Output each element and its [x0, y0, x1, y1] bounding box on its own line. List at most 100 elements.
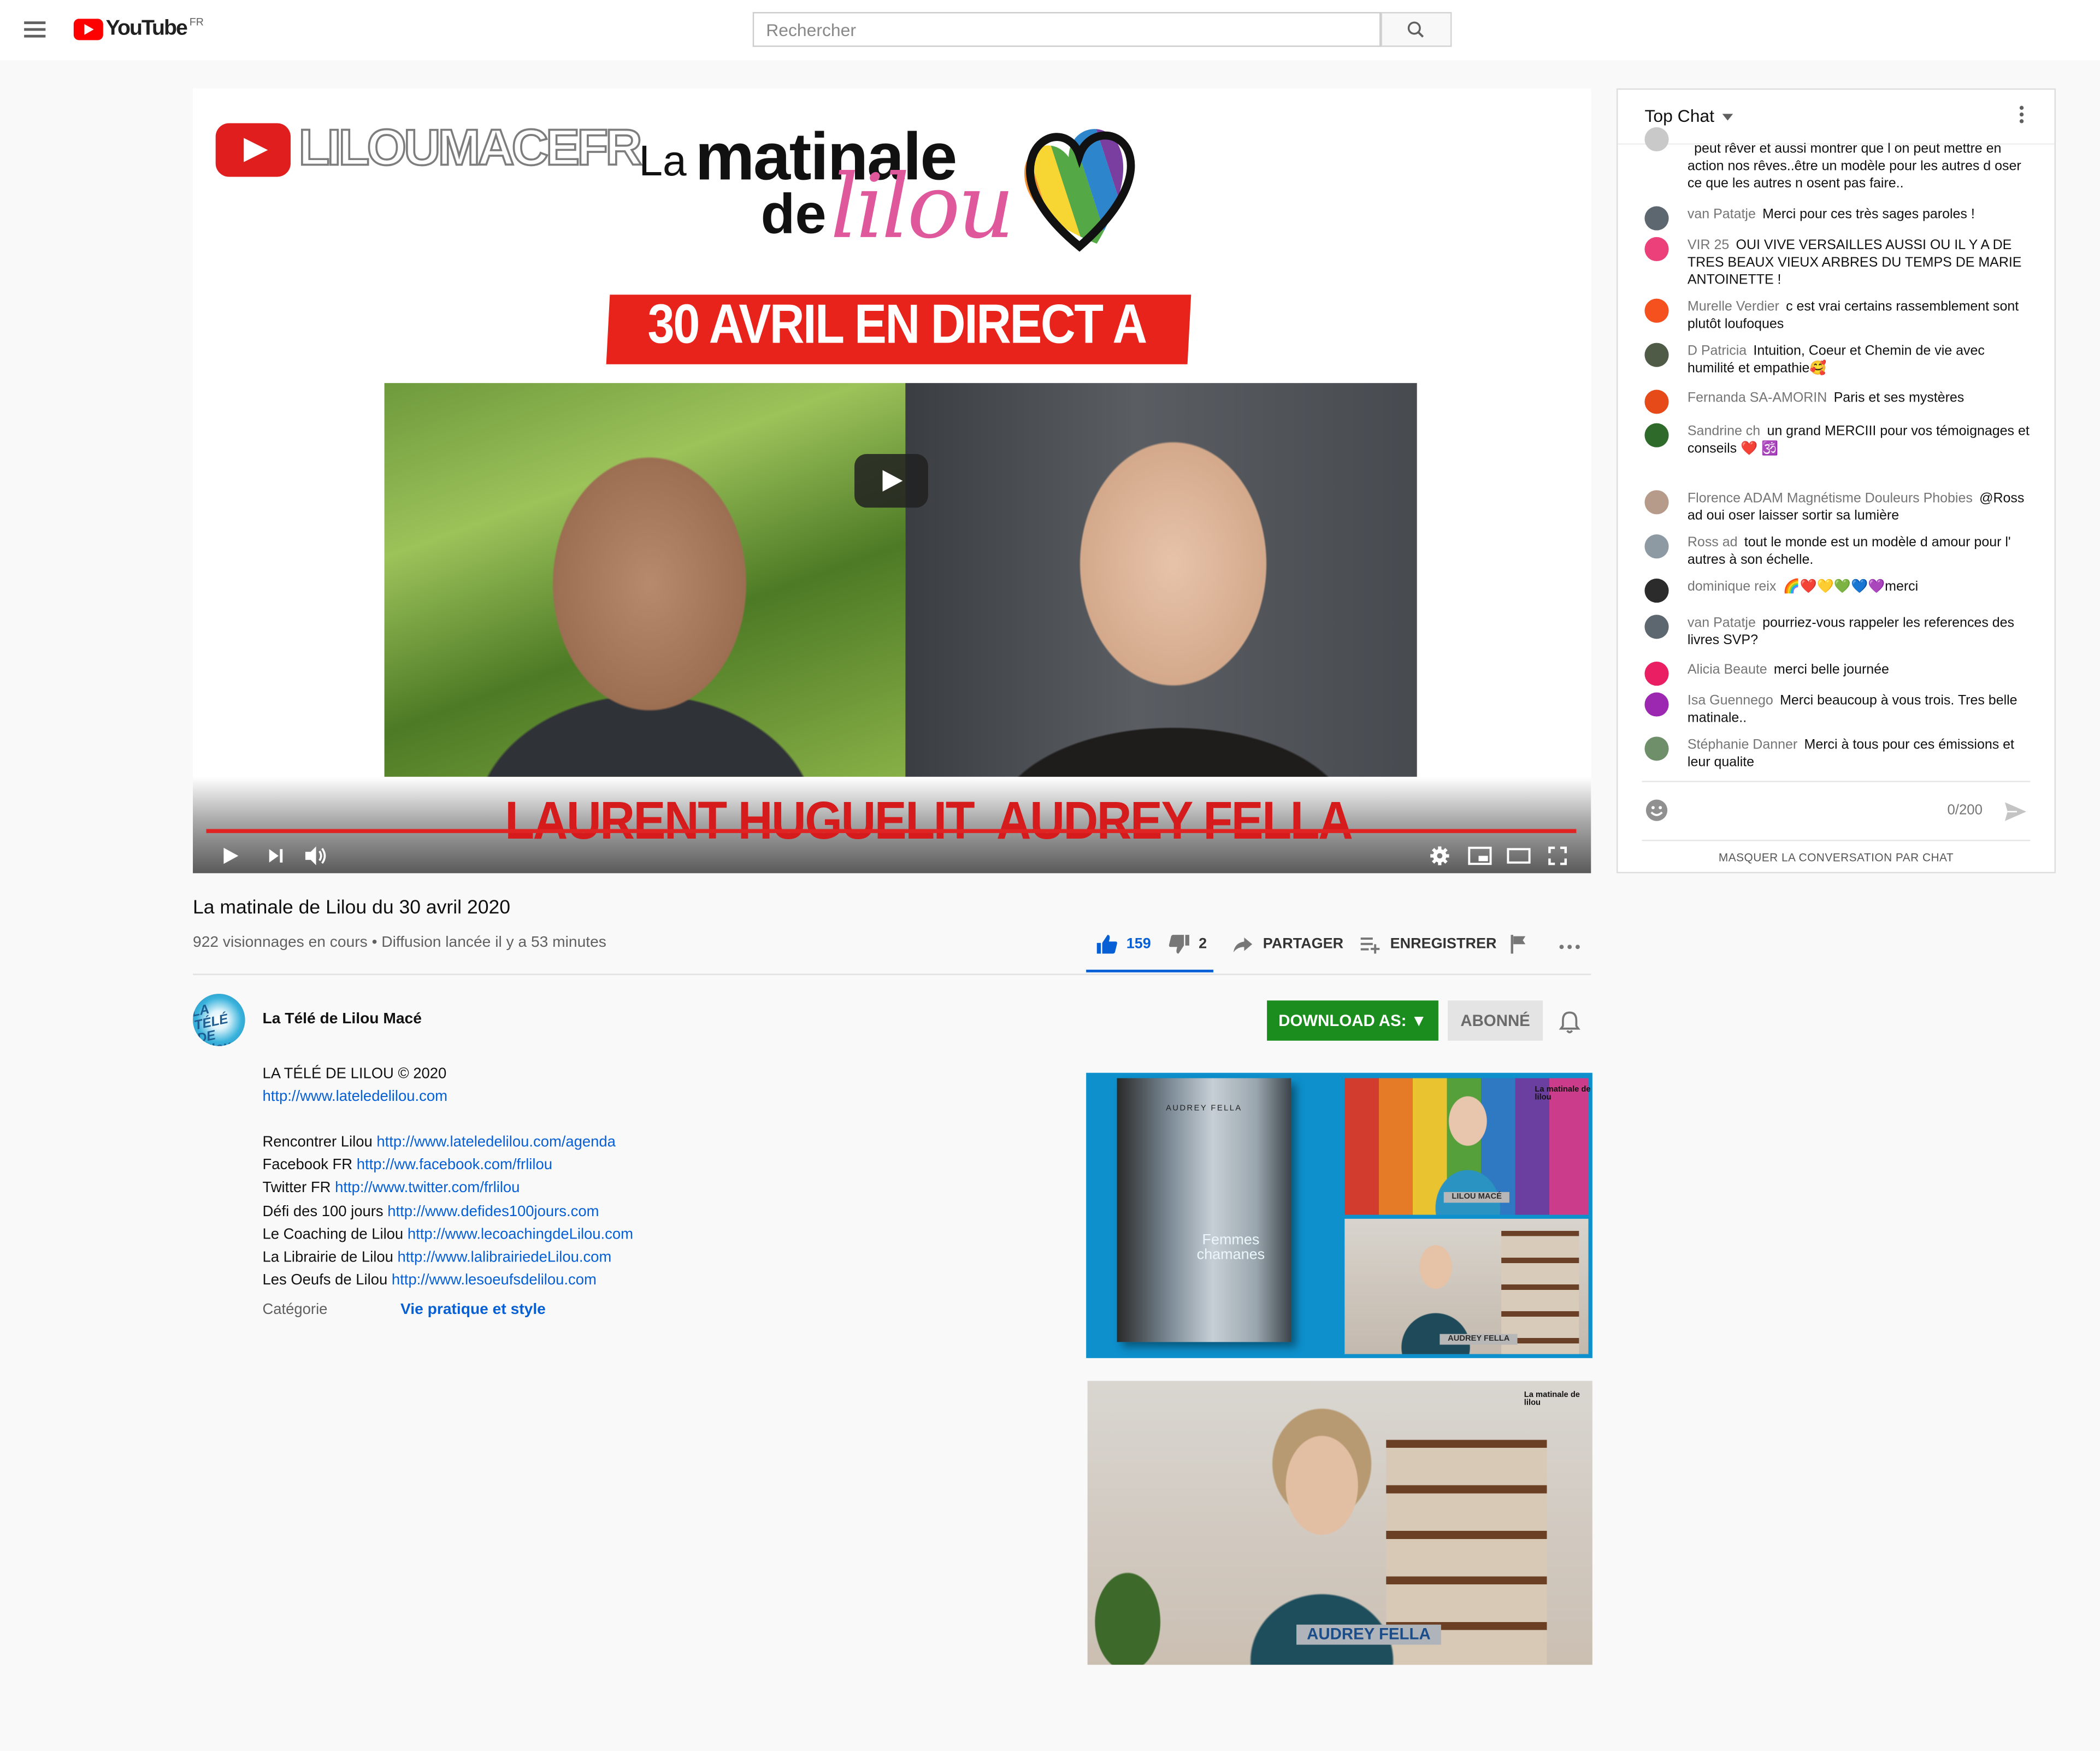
chat-author-name[interactable]: VIR 25: [1688, 238, 1729, 253]
volume-icon: [305, 846, 326, 865]
chat-author-avatar[interactable]: [1644, 615, 1669, 639]
search-button[interactable]: [1381, 12, 1452, 47]
chat-author-name[interactable]: D Patricia: [1688, 344, 1747, 359]
description-link-row: Rencontrer Lilou http://www.lateledelilo…: [262, 1135, 616, 1151]
chat-message-body: D Patricia Intuition, Coeur et Chemin de …: [1688, 343, 2033, 378]
share-icon: [1233, 938, 1253, 953]
play-button-overlay[interactable]: [854, 454, 928, 508]
guest-name-right: AUDREY FELLA: [996, 790, 1353, 851]
chat-author-name[interactable]: dominique reix: [1688, 580, 1776, 594]
description-site-link[interactable]: http://www.lateledelilou.com: [262, 1089, 447, 1105]
description-link-row: Twitter FR http://www.twitter.com/frlilo…: [262, 1180, 520, 1197]
save-button[interactable]: ENREGISTRER: [1359, 934, 1496, 955]
more-actions-button[interactable]: [1558, 934, 1582, 955]
send-button[interactable]: [2003, 800, 2027, 830]
chat-author-avatar[interactable]: [1644, 662, 1669, 686]
chat-author-name[interactable]: Fernanda SA-AMORIN: [1688, 391, 1827, 406]
gear-icon: [1430, 846, 1449, 865]
youtube-play-icon: [73, 19, 103, 40]
hide-chat-button[interactable]: MASQUER LA CONVERSATION PAR CHAT: [1618, 851, 2054, 864]
chat-author-name[interactable]: van Patatje: [1688, 208, 1756, 222]
description-link[interactable]: http://www.lalibrairiedeLilou.com: [398, 1249, 612, 1265]
chat-author-avatar[interactable]: [1644, 423, 1669, 447]
chat-author-name[interactable]: Isa Guennego: [1688, 694, 1773, 709]
chat-author-name[interactable]: Stéphanie Danner: [1688, 738, 1797, 753]
category-link[interactable]: Vie pratique et style: [400, 1302, 546, 1318]
volume-button[interactable]: [303, 842, 329, 869]
dislike-button[interactable]: 2: [1168, 934, 1207, 955]
chat-mode-selector[interactable]: Top Chat: [1644, 106, 1714, 126]
promo-thumbnail-2[interactable]: La matinale de lilou AUDREY FELLA: [1087, 1381, 1592, 1665]
download-button[interactable]: DOWNLOAD AS: ▼: [1267, 1000, 1438, 1041]
host-name-small: LILOU MACÉ: [1443, 1192, 1510, 1203]
miniplayer-button[interactable]: [1466, 842, 1493, 869]
settings-button[interactable]: [1429, 842, 1450, 869]
chat-author-avatar[interactable]: [1644, 206, 1669, 231]
youtube-logo[interactable]: YouTube FR: [73, 15, 204, 42]
description-link[interactable]: http://www.twitter.com/frlilou: [335, 1181, 520, 1196]
notification-bell-button[interactable]: [1559, 1010, 1580, 1040]
flag-icon: [1511, 935, 1526, 954]
share-button[interactable]: PARTAGER: [1232, 934, 1343, 955]
description-link[interactable]: http://www.lateledelilou.com/agenda: [376, 1135, 616, 1151]
play-button[interactable]: [221, 842, 239, 869]
chat-author-avatar[interactable]: [1644, 534, 1669, 559]
chat-message: D Patricia Intuition, Coeur et Chemin de …: [1644, 343, 2033, 378]
chat-message: Murelle Verdier c est vrai certains rasse…: [1644, 298, 2033, 334]
chat-message-body: van Patatje pourriez-vous rappeler les re…: [1688, 615, 2033, 650]
chat-author-avatar[interactable]: [1644, 237, 1669, 262]
fullscreen-button[interactable]: [1545, 842, 1570, 869]
masthead: YouTube FR: [0, 0, 2100, 61]
dislike-count: 2: [1199, 936, 1207, 953]
menu-icon[interactable]: [24, 21, 46, 38]
description-link[interactable]: http://www.lesoeufsdelilou.com: [392, 1272, 597, 1288]
channel-name[interactable]: La Télé de Lilou Macé: [262, 1011, 421, 1027]
chat-message: VIR 25 OUI VIVE VERSAILLES AUSSI OU IL Y …: [1644, 237, 2033, 290]
description-link[interactable]: http://ww.facebook.com/frlilou: [357, 1158, 552, 1174]
next-icon: [269, 849, 283, 863]
chat-menu-button[interactable]: [2016, 105, 2027, 127]
channel-avatar[interactable]: LA TÉLÉ DE Lilou: [193, 994, 245, 1046]
promo-thumbnail-1[interactable]: AUDREY FELLA Femmes chamanes LILOU MACÉ …: [1086, 1072, 1592, 1358]
like-count: 159: [1126, 936, 1151, 953]
chat-author-name[interactable]: van Patatje: [1688, 616, 1756, 631]
description-link[interactable]: http://www.defides100jours.com: [387, 1204, 599, 1219]
chat-author-name[interactable]: Alicia Beaute: [1688, 663, 1767, 677]
dropdown-caret-icon[interactable]: [1722, 114, 1733, 121]
progress-bar[interactable]: [206, 829, 1577, 833]
logo-region: FR: [189, 15, 204, 28]
book-author: AUDREY FELLA: [1166, 1105, 1242, 1113]
chat-author-name[interactable]: Ross ad: [1688, 536, 1738, 551]
video-player[interactable]: LILOUMACEFR La matinale de lilou 30 AVRI…: [193, 88, 1591, 874]
report-button[interactable]: [1509, 934, 1528, 955]
description-link-row: Le Coaching de Lilou http://www.lecoachi…: [262, 1226, 633, 1243]
chat-author-avatar[interactable]: [1644, 490, 1669, 515]
chat-author-avatar[interactable]: [1644, 692, 1669, 717]
chat-author-avatar[interactable]: [1644, 579, 1669, 603]
video-meta: 922 visionnages en cours • Diffusion lan…: [193, 935, 606, 951]
like-button[interactable]: 159: [1095, 934, 1151, 955]
chat-author-avatar[interactable]: [1644, 298, 1669, 323]
chat-author-avatar[interactable]: [1644, 127, 1669, 152]
logo-text: YouTube: [105, 17, 188, 40]
thumbs-down-icon: [1169, 935, 1189, 954]
chat-author-name[interactable]: Florence ADAM Magnétisme Douleurs Phobie…: [1688, 492, 1973, 506]
chat-author-avatar[interactable]: [1644, 390, 1669, 414]
theater-button[interactable]: [1505, 842, 1532, 869]
channel-watermark-text: LILOUMACEFR: [298, 120, 644, 178]
description-link[interactable]: http://www.lecoachingdeLilou.com: [408, 1227, 633, 1242]
next-button[interactable]: [267, 842, 285, 869]
video-description: LA TÉLÉ DE LILOU © 2020 http://www.latel…: [262, 1063, 633, 1292]
chat-scrollbar[interactable]: [2037, 143, 2055, 781]
plant: [1087, 1541, 1182, 1665]
chat-author-name[interactable]: Murelle Verdier: [1688, 300, 1779, 315]
emoji-button[interactable]: [1644, 798, 1668, 829]
description-link-row: La Librairie de Lilou http://www.lalibra…: [262, 1249, 612, 1266]
chat-author-avatar[interactable]: [1644, 343, 1669, 367]
search-input[interactable]: [752, 12, 1381, 47]
chat-author-avatar[interactable]: [1644, 736, 1669, 761]
guest-photo-left: [384, 383, 906, 777]
subscribed-button[interactable]: ABONNÉ: [1448, 1000, 1543, 1041]
chat-author-name[interactable]: Sandrine ch: [1688, 425, 1760, 439]
theater-mode-icon: [1507, 848, 1531, 864]
